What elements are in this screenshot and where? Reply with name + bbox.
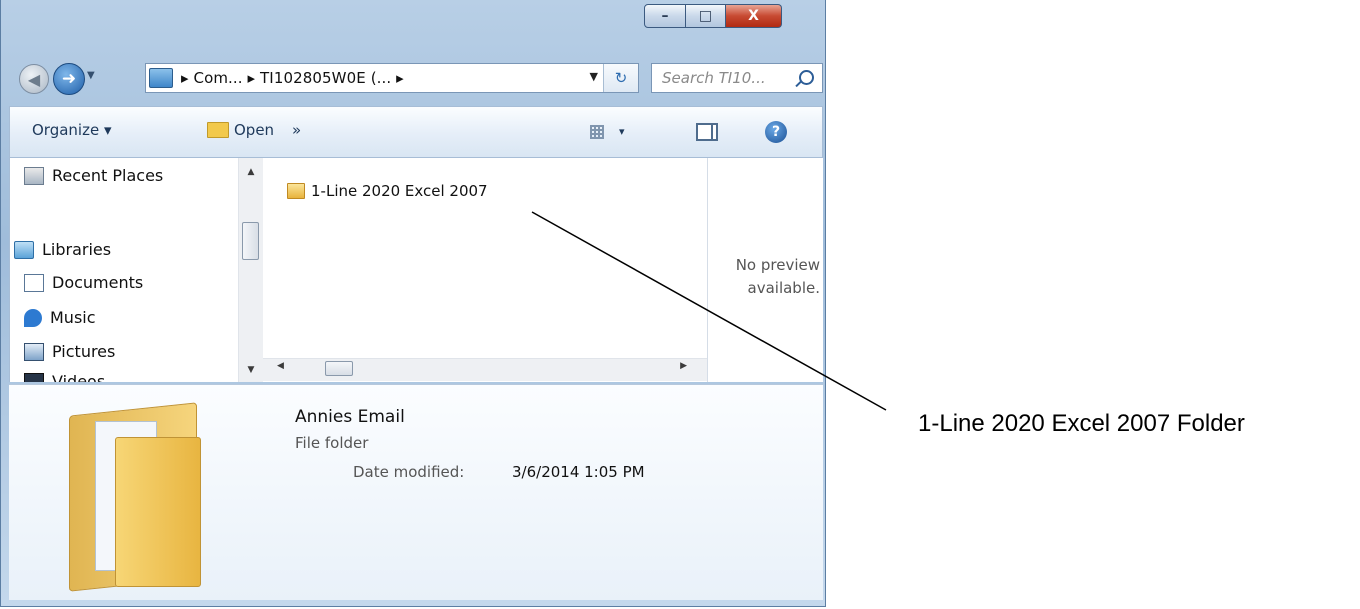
callout-line xyxy=(531,211,887,411)
callout-label: 1-Line 2020 Excel 2007 Folder xyxy=(918,410,1245,437)
